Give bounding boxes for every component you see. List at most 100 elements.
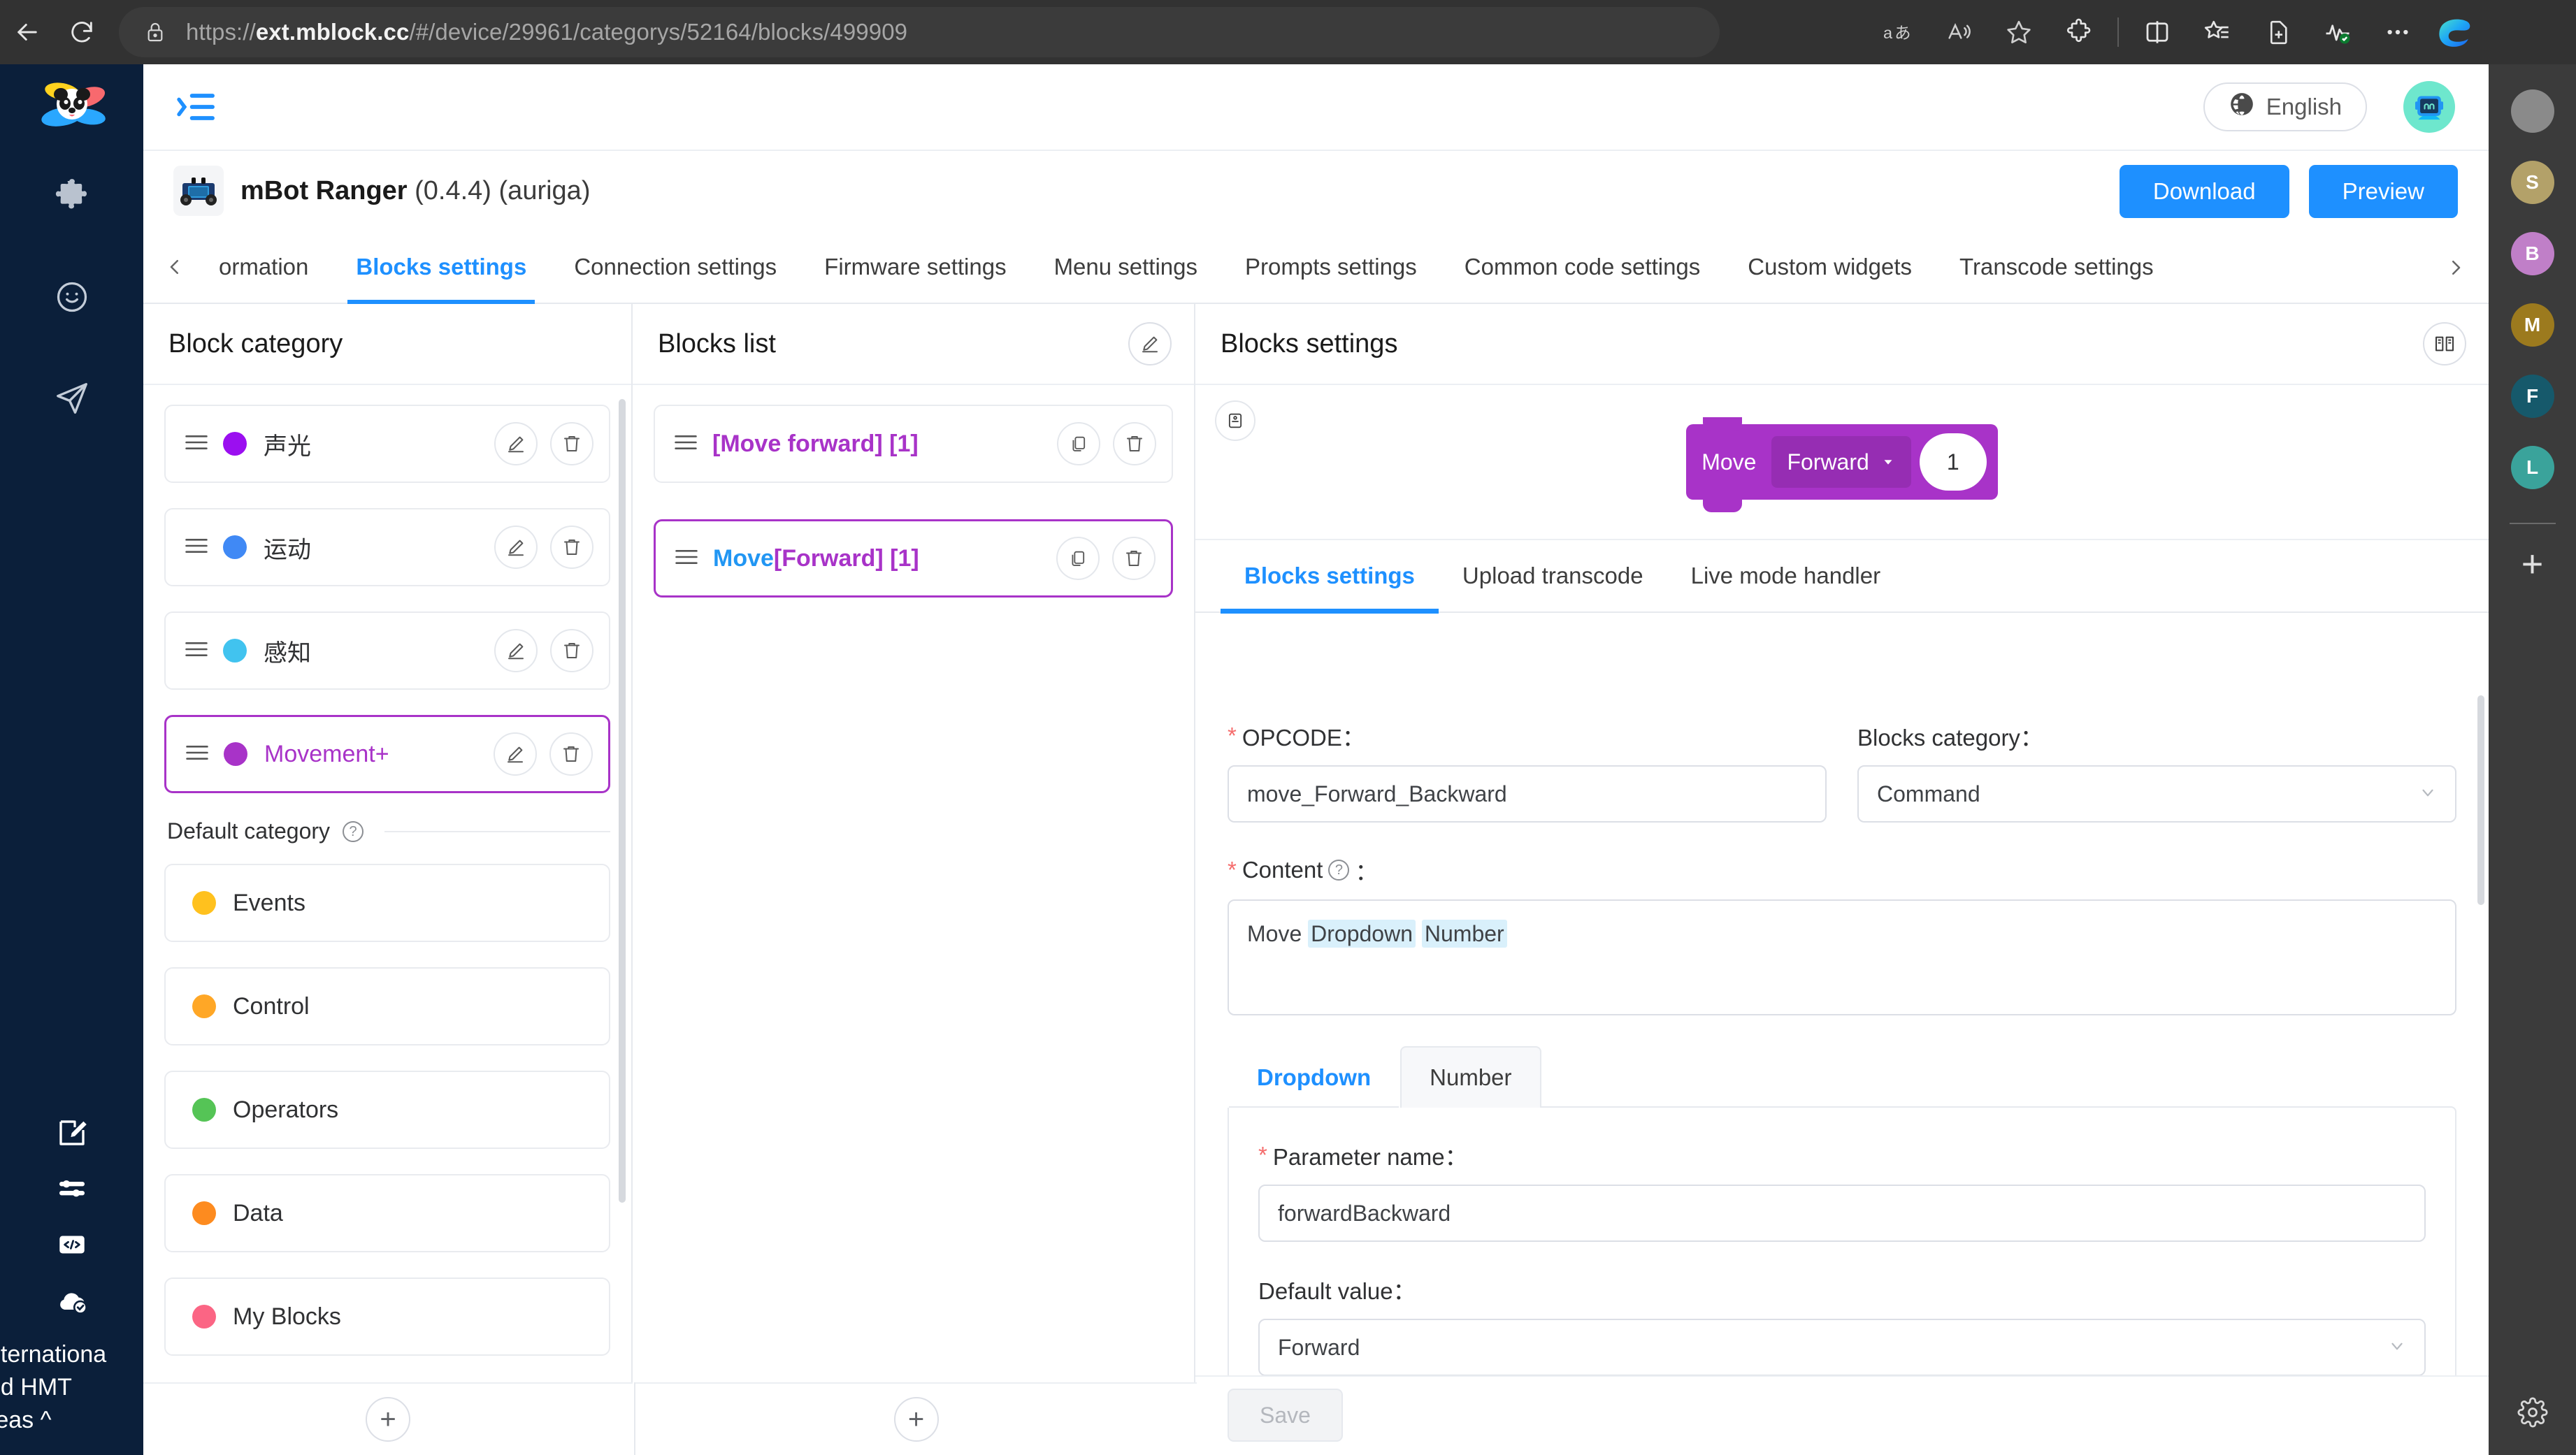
help-icon[interactable]: ? xyxy=(343,820,364,842)
sidebar-avatar-s[interactable]: S xyxy=(2510,161,2554,204)
default-value-select[interactable]: Forward xyxy=(1258,1319,2426,1375)
preview-button[interactable]: Preview xyxy=(2308,165,2458,218)
sidebar-add-button[interactable]: + xyxy=(2521,545,2544,583)
sliders-icon[interactable] xyxy=(0,1161,143,1217)
sidebar-avatar-0[interactable] xyxy=(2510,89,2554,133)
download-button[interactable]: Download xyxy=(2119,165,2289,218)
tab-information[interactable]: ormation xyxy=(195,230,332,303)
param-tab-number[interactable]: Number xyxy=(1400,1046,1541,1108)
add-category-button[interactable]: + xyxy=(366,1397,410,1442)
trash-icon[interactable] xyxy=(550,422,593,465)
tab-custom-widgets[interactable]: Custom widgets xyxy=(1724,230,1936,303)
mblock-panda-logo[interactable] xyxy=(0,64,143,145)
block-list-item-1[interactable]: [Move forward] [1] xyxy=(654,405,1173,483)
trash-icon[interactable] xyxy=(550,526,593,569)
subtab-blocks-settings[interactable]: Blocks settings xyxy=(1221,540,1439,614)
sidebar-avatar-f[interactable]: F xyxy=(2510,375,2554,418)
preview-block-number[interactable]: 1 xyxy=(1919,433,1987,491)
content-token-dropdown[interactable]: Dropdown xyxy=(1308,920,1416,948)
tab-blocks-settings[interactable]: Blocks settings xyxy=(332,230,550,305)
subtab-upload-transcode[interactable]: Upload transcode xyxy=(1439,540,1667,612)
more-options-icon[interactable] xyxy=(2368,5,2428,59)
subtab-live-mode-handler[interactable]: Live mode handler xyxy=(1667,540,1905,612)
block-list-item-2[interactable]: Move [Forward] [1] xyxy=(654,519,1173,598)
read-aloud-icon[interactable] xyxy=(1929,5,1989,59)
parameter-name-input[interactable]: forwardBackward xyxy=(1258,1185,2426,1242)
pencil-icon[interactable] xyxy=(1128,322,1172,365)
sidebar-avatar-m[interactable]: M xyxy=(2510,303,2554,347)
param-tab-dropdown[interactable]: Dropdown xyxy=(1228,1046,1401,1108)
code-icon[interactable] xyxy=(0,1217,143,1273)
translate-icon[interactable]: aあ xyxy=(1869,5,1929,59)
help-icon[interactable]: ? xyxy=(1328,860,1350,881)
tab-connection-settings[interactable]: Connection settings xyxy=(550,230,800,303)
chevron-right-icon[interactable] xyxy=(2435,231,2476,304)
browser-essentials-icon[interactable] xyxy=(2308,5,2368,59)
drag-handle-icon[interactable] xyxy=(184,433,209,455)
copy-icon[interactable] xyxy=(1056,537,1100,580)
content-textarea[interactable]: Move Dropdown Number xyxy=(1228,899,2456,1015)
settings-scrollbar[interactable] xyxy=(2477,695,2484,905)
chevron-left-icon[interactable] xyxy=(154,230,195,303)
category-item-shengguang[interactable]: 声光 xyxy=(164,405,610,483)
cloud-check-icon[interactable] xyxy=(0,1273,143,1329)
content-token-number[interactable]: Number xyxy=(1421,920,1507,948)
trash-icon[interactable] xyxy=(550,629,593,672)
copy-icon[interactable] xyxy=(1057,422,1100,465)
preview-block-dropdown[interactable]: Forward xyxy=(1771,436,1911,488)
category-item-movement-plus[interactable]: Movement+ xyxy=(164,715,610,793)
trash-icon[interactable] xyxy=(549,732,593,776)
drag-handle-icon[interactable] xyxy=(184,537,209,558)
tab-transcode-settings[interactable]: Transcode settings xyxy=(1936,230,2178,303)
trash-icon[interactable] xyxy=(1112,537,1156,580)
trash-icon[interactable] xyxy=(1113,422,1156,465)
collections-icon[interactable] xyxy=(2187,5,2247,59)
device-board: (auriga) xyxy=(498,175,591,205)
address-bar[interactable]: https://ext.mblock.cc/#/device/29961/cat… xyxy=(119,7,1720,57)
gear-icon[interactable] xyxy=(2517,1397,2548,1431)
category-item-yundong[interactable]: 运动 xyxy=(164,508,610,586)
pencil-icon[interactable] xyxy=(494,526,538,569)
default-category-control[interactable]: Control xyxy=(164,967,610,1045)
drag-handle-icon[interactable] xyxy=(185,744,210,765)
tab-menu-settings[interactable]: Menu settings xyxy=(1030,230,1221,303)
copilot-icon[interactable] xyxy=(2432,6,2485,59)
tab-firmware-settings[interactable]: Firmware settings xyxy=(800,230,1030,303)
smiley-icon[interactable] xyxy=(0,246,143,347)
screenshot-icon[interactable] xyxy=(1215,400,1255,441)
default-category-my-blocks[interactable]: My Blocks xyxy=(164,1277,610,1356)
drag-handle-icon[interactable] xyxy=(184,640,209,662)
avatar[interactable] xyxy=(2403,81,2455,133)
add-to-favorites-icon[interactable] xyxy=(2247,5,2308,59)
language-selector[interactable]: English xyxy=(2203,82,2367,131)
blocks-category-select[interactable]: Command xyxy=(1857,765,2456,823)
collapse-menu-icon[interactable] xyxy=(173,85,218,129)
sidebar-avatar-b[interactable]: B xyxy=(2510,232,2554,275)
add-block-button[interactable]: + xyxy=(893,1397,939,1442)
send-plane-icon[interactable] xyxy=(0,347,143,449)
back-arrow-icon[interactable] xyxy=(0,5,55,59)
edit-document-icon[interactable] xyxy=(0,1105,143,1161)
pencil-icon[interactable] xyxy=(494,629,538,672)
rail-notice-text[interactable]: nternationa nd HMT reas ^ xyxy=(0,1329,143,1455)
book-icon[interactable] xyxy=(2423,322,2466,365)
split-screen-icon[interactable] xyxy=(2127,5,2187,59)
pencil-icon[interactable] xyxy=(494,422,538,465)
save-button[interactable]: Save xyxy=(1228,1389,1343,1442)
default-category-events[interactable]: Events xyxy=(164,864,610,942)
extensions-icon[interactable] xyxy=(2049,5,2109,59)
drag-handle-icon[interactable] xyxy=(673,433,698,455)
pencil-icon[interactable] xyxy=(494,732,537,776)
opcode-input[interactable]: move_Forward_Backward xyxy=(1228,765,1827,823)
drag-handle-icon[interactable] xyxy=(674,548,699,570)
tab-common-code-settings[interactable]: Common code settings xyxy=(1441,230,1725,303)
tab-prompts-settings[interactable]: Prompts settings xyxy=(1221,230,1441,303)
reload-icon[interactable] xyxy=(55,5,109,59)
category-item-ganzhi[interactable]: 感知 xyxy=(164,611,610,690)
sidebar-avatar-l[interactable]: L xyxy=(2510,446,2554,489)
favorite-star-icon[interactable] xyxy=(1989,5,2049,59)
default-category-data[interactable]: Data xyxy=(164,1174,610,1252)
category-scrollbar[interactable] xyxy=(619,399,626,1203)
default-category-operators[interactable]: Operators xyxy=(164,1071,610,1149)
puzzle-extension-icon[interactable] xyxy=(0,145,143,246)
